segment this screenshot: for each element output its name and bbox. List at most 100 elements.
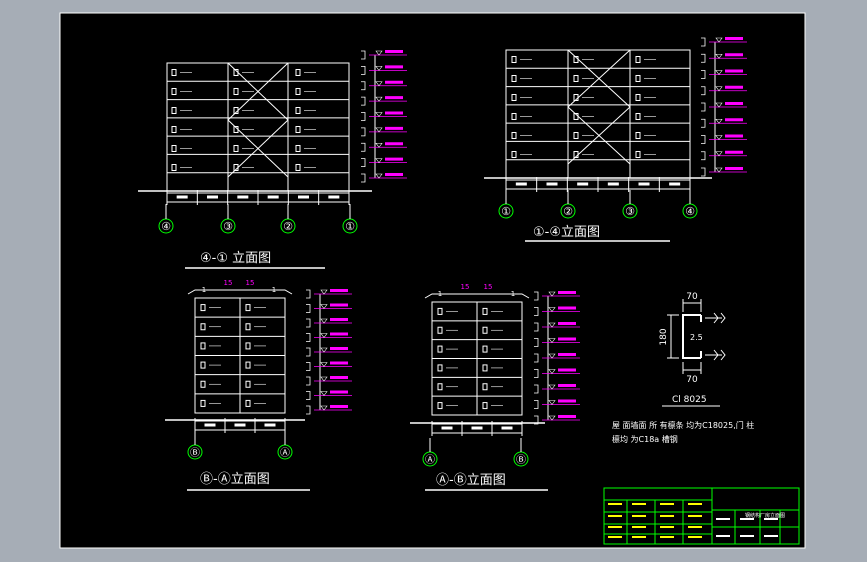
level-value <box>385 142 403 146</box>
svg-text:15: 15 <box>461 283 470 291</box>
level-value <box>330 318 348 321</box>
level-value <box>385 157 403 161</box>
svg-text:70: 70 <box>686 292 698 302</box>
note-line-2: 檩均 为C18a 槽钢 <box>612 434 678 444</box>
level-value <box>558 306 576 310</box>
level-value <box>330 332 348 336</box>
axis-label: ① <box>345 220 355 233</box>
svg-text:1: 1 <box>438 290 442 298</box>
svg-text:1: 1 <box>202 286 206 294</box>
elevation-b-a-title: Ⓑ-Ⓐ立面图 <box>200 472 270 487</box>
elevation-a-b-title: Ⓐ-Ⓑ立面图 <box>436 473 506 488</box>
title-block-text <box>632 515 646 517</box>
title-block-text <box>608 536 622 538</box>
dim-value <box>638 182 650 186</box>
level-value <box>725 167 743 170</box>
dim-value <box>669 182 681 186</box>
level-value <box>330 303 348 307</box>
level-value <box>385 111 403 115</box>
dim-value <box>441 426 453 430</box>
axis-label: Ⓑ <box>516 454 526 466</box>
svg-text:2.5: 2.5 <box>690 333 703 342</box>
level-value <box>725 37 743 40</box>
title-block-text <box>608 526 622 528</box>
dim-value <box>546 182 558 186</box>
title-block-text <box>660 503 674 505</box>
level-value <box>558 399 576 403</box>
level-value <box>558 368 576 372</box>
note-line-1: 屋 面墙面 所 有檩条 均为C18025,门 柱 <box>612 420 754 430</box>
level-value <box>558 291 576 294</box>
dim-value <box>501 426 513 430</box>
dim-value <box>577 182 589 186</box>
level-value <box>330 376 348 379</box>
level-value <box>330 347 348 350</box>
cad-viewport: ④ ③ ② ① ④-① 立面图 ① ② ③ ④ ①-④立面图 1 15 15 1… <box>0 0 867 562</box>
level-value <box>725 102 743 105</box>
title-block-text <box>632 536 646 538</box>
svg-text:15: 15 <box>246 279 255 287</box>
section-label: Cl 8025 <box>672 395 707 405</box>
level-value <box>330 390 348 394</box>
dim-value <box>515 182 527 186</box>
axis-label: ② <box>283 220 293 233</box>
dim-value <box>298 195 309 199</box>
level-value <box>385 96 403 100</box>
level-value <box>725 150 743 154</box>
level-value <box>330 361 348 365</box>
dim-value <box>328 195 340 199</box>
level-value <box>558 353 576 356</box>
axis-label: ④ <box>161 220 171 233</box>
title-block-text <box>608 503 622 505</box>
title-block-text <box>688 526 702 528</box>
title-block-text <box>660 526 674 528</box>
title-block-text <box>660 515 674 517</box>
dim-value <box>471 426 483 430</box>
level-value <box>725 69 743 73</box>
level-value <box>385 65 403 69</box>
dim-value <box>237 195 249 199</box>
title-block-text <box>632 503 646 505</box>
dim-value <box>207 195 218 199</box>
title-block-text <box>764 535 778 537</box>
svg-text:1: 1 <box>511 290 515 298</box>
title-block-text <box>716 535 730 537</box>
title-block-text <box>716 518 730 520</box>
svg-text:15: 15 <box>224 279 233 287</box>
level-value <box>330 405 348 408</box>
level-value <box>385 173 403 176</box>
level-value <box>725 85 743 89</box>
svg-text:1: 1 <box>272 286 276 294</box>
axis-label: ② <box>563 205 573 218</box>
elevation-1-4-title: ①-④立面图 <box>533 225 600 240</box>
level-value <box>385 126 403 130</box>
title-block-text <box>740 518 754 520</box>
svg-text:70: 70 <box>686 375 698 385</box>
dim-value <box>204 423 216 427</box>
axis-label: ① <box>501 205 511 218</box>
svg-text:180: 180 <box>659 328 669 345</box>
level-value <box>330 289 348 292</box>
axis-label: ③ <box>625 205 635 218</box>
title-block-text <box>660 536 674 538</box>
drawing-canvas: ④ ③ ② ① ④-① 立面图 ① ② ③ ④ ①-④立面图 1 15 15 1… <box>59 12 806 549</box>
level-value <box>385 50 403 53</box>
title-block-text <box>688 515 702 517</box>
level-value <box>725 53 743 57</box>
title-block-text <box>764 518 778 520</box>
axis-label: Ⓐ <box>425 454 435 466</box>
dim-value <box>234 423 246 427</box>
dim-value <box>267 195 279 199</box>
level-value <box>725 134 743 138</box>
axis-label: Ⓐ <box>280 447 290 459</box>
level-value <box>558 337 576 341</box>
level-value <box>558 322 576 325</box>
title-block-text <box>632 526 646 528</box>
dim-value <box>607 182 619 186</box>
elevation-4-1-title: ④-① 立面图 <box>200 251 271 266</box>
level-value <box>558 384 576 387</box>
title-block-text <box>608 515 622 517</box>
level-value <box>385 80 403 84</box>
level-value <box>725 118 743 122</box>
dim-value <box>264 423 276 427</box>
